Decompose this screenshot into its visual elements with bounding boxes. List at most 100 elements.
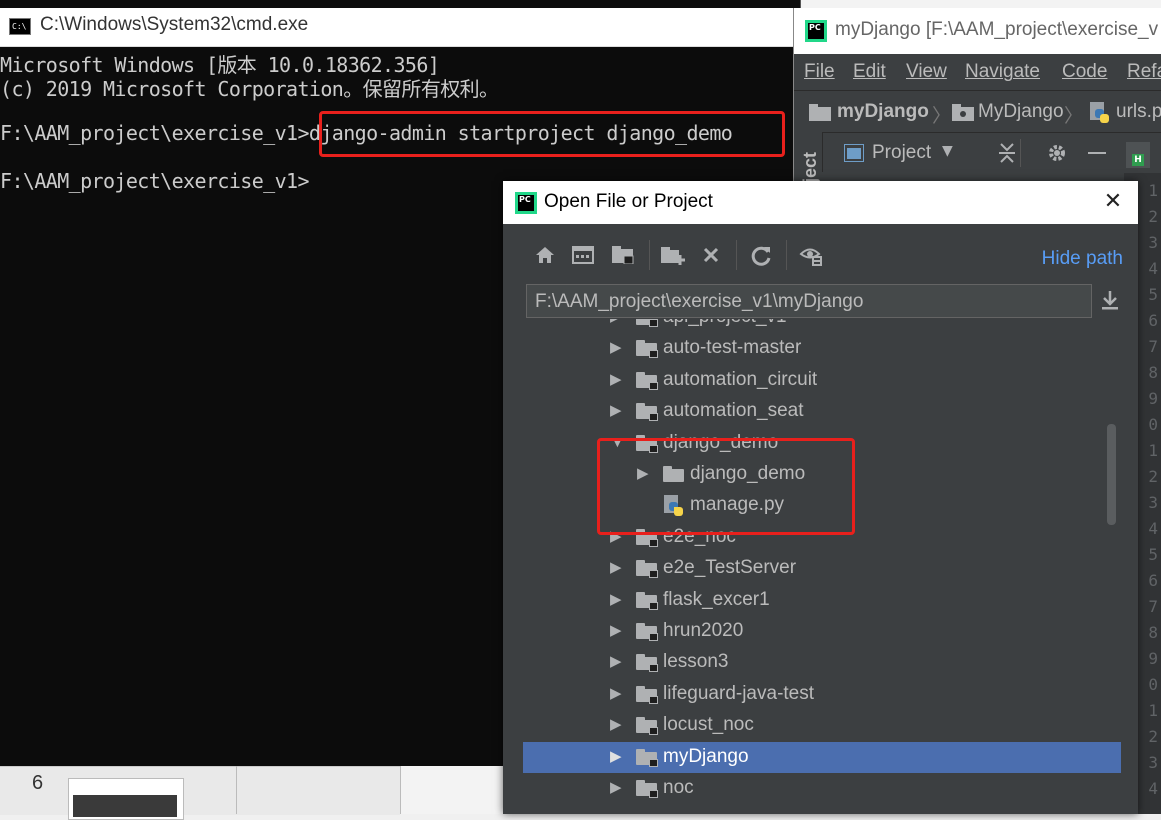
breadcrumb-separator: 〉 (932, 106, 952, 127)
minimize-icon[interactable] (1088, 152, 1106, 154)
tree-folder-item[interactable]: ▶ locust_noc (523, 710, 1121, 741)
pycharm-titlebar[interactable]: PC myDjango [F:\AAM_project\exercise_v (794, 8, 1161, 54)
tree-folder-item[interactable]: ▶ lifeguard-java-test (523, 679, 1121, 710)
toolbar-separator (786, 240, 787, 270)
page-number: 6 (32, 772, 44, 794)
cmd-titlebar[interactable]: C:\ C:\Windows\System32\cmd.exe (0, 8, 800, 47)
console-prompt: F:\AAM_project\exercise_v1> (0, 169, 310, 193)
collapsed-arrow-icon[interactable]: ▶ (610, 684, 624, 704)
toolbar-separator (736, 240, 737, 270)
folder-icon (636, 371, 658, 390)
collapsed-arrow-icon[interactable]: ▶ (610, 338, 624, 358)
tree-folder-item[interactable]: ▶ auto-test-master (523, 333, 1121, 364)
result-highlight-box (597, 438, 855, 535)
tree-folder-item[interactable]: ▶ flask_excer1 (523, 585, 1121, 616)
pycharm-logo-icon: PC (515, 192, 537, 214)
python-file-icon (1090, 102, 1109, 123)
breadcrumb-separator: 〉 (1064, 106, 1084, 127)
tree-folder-item[interactable]: ▶ noc (523, 773, 1121, 804)
show-hidden-icon[interactable] (798, 242, 824, 268)
menu-navigate[interactable]: Navigate (965, 61, 1040, 83)
tree-item-label: lifeguard-java-test (663, 682, 815, 704)
folder-icon (636, 623, 658, 641)
tree-folder-item[interactable]: ▶ myDjango (523, 741, 1121, 773)
folder-icon (809, 104, 831, 121)
folder-icon (636, 403, 658, 422)
tree-item-label: myDjango (663, 745, 749, 767)
path-input[interactable]: F:\AAM_project\exercise_v1\myDjango (526, 284, 1092, 318)
tree-item-label: locust_noc (663, 714, 754, 736)
navigation-breadcrumb: myDjango 〉 MyDjango 〉 urls.p (794, 90, 1161, 133)
home-icon[interactable] (532, 242, 558, 268)
menu-refactor[interactable]: Refa (1127, 61, 1161, 83)
breadcrumb-package[interactable]: MyDjango (978, 101, 1064, 123)
project-toolbar: Project ▼ H (794, 132, 1161, 173)
tree-folder-item[interactable]: ▶ api_project_v1 (523, 319, 1121, 333)
breadcrumb-file[interactable]: urls.p (1116, 101, 1161, 123)
folder-icon (636, 319, 658, 327)
breadcrumb-project[interactable]: myDjango (837, 101, 929, 123)
desktop-icon[interactable] (570, 242, 596, 268)
collapsed-arrow-icon[interactable]: ▶ (610, 370, 624, 390)
tree-folder-item[interactable]: ▶ lesson3 (523, 647, 1121, 678)
collapsed-arrow-icon[interactable]: ▶ (610, 319, 624, 327)
menu-edit[interactable]: Edit (853, 61, 886, 83)
refresh-icon[interactable] (748, 242, 774, 268)
tree-item-label: e2e_TestServer (663, 557, 797, 579)
dialog-title: Open File or Project (544, 191, 713, 212)
menu-code[interactable]: Code (1062, 61, 1107, 83)
pycharm-logo-icon: PC (805, 20, 827, 42)
cmd-title: C:\Windows\System32\cmd.exe (40, 14, 309, 35)
tree-scrollbar-thumb[interactable] (1107, 424, 1116, 525)
thumb-divider (400, 766, 401, 814)
dialog-titlebar[interactable]: PC Open File or Project ✕ (503, 181, 1138, 224)
menu-view[interactable]: View (906, 61, 947, 83)
toolbar-separator (1020, 139, 1021, 167)
hide-path-link[interactable]: Hide path (1042, 248, 1123, 270)
folder-icon (636, 717, 658, 736)
tree-folder-item[interactable]: ▶ automation_seat (523, 396, 1121, 427)
collapsed-arrow-icon[interactable]: ▶ (610, 747, 624, 767)
new-folder-icon[interactable] (660, 242, 686, 268)
file-tree[interactable]: ▶ api_project_v1 ▶ auto-test-master ▶ automat… (523, 319, 1121, 814)
menu-file[interactable]: File (804, 61, 835, 83)
tree-item-label: auto-test-master (663, 337, 802, 359)
toolbar-separator (649, 240, 650, 270)
gear-icon[interactable] (1047, 143, 1067, 163)
page-thumbnails-strip (0, 766, 400, 815)
tree-folder-item[interactable]: ▶ automation_circuit (523, 365, 1121, 396)
project-folder-icon[interactable] (610, 242, 636, 268)
collapsed-arrow-icon[interactable]: ▶ (610, 590, 624, 610)
chevron-down-icon[interactable]: ▼ (942, 143, 953, 159)
tree-item-label: automation_seat (663, 400, 804, 422)
folder-icon (636, 748, 658, 767)
project-dropdown[interactable]: Project (872, 142, 931, 164)
tree-item-label: lesson3 (663, 651, 729, 673)
tree-folder-item[interactable]: ▶ hrun2020 (523, 616, 1121, 647)
download-icon[interactable] (1099, 289, 1121, 313)
tree-item-label: automation_circuit (663, 368, 818, 390)
editor-tab-icon[interactable]: H (1126, 142, 1150, 168)
tree-item-label: flask_excer1 (663, 588, 770, 610)
delete-icon[interactable] (698, 242, 724, 268)
open-file-dialog[interactable]: PC Open File or Project ✕ Hide path F:\A… (503, 181, 1138, 814)
folder-icon (636, 685, 658, 704)
collapsed-arrow-icon[interactable]: ▶ (610, 401, 624, 421)
package-folder-icon (952, 104, 974, 121)
cmd-icon: C:\ (9, 18, 31, 35)
tree-folder-item[interactable]: ▶ e2e_TestServer (523, 553, 1121, 584)
project-view-icon (844, 144, 864, 162)
thumb-divider (236, 766, 237, 814)
collapse-all-icon[interactable] (997, 142, 1017, 164)
collapsed-arrow-icon[interactable]: ▶ (610, 652, 624, 672)
close-icon[interactable]: ✕ (1102, 191, 1124, 213)
command-highlight-box (319, 111, 785, 157)
menu-bar: File Edit View Navigate Code Refa (794, 54, 1161, 90)
collapsed-arrow-icon[interactable]: ▶ (610, 715, 624, 735)
tree-item-label: hrun2020 (663, 620, 744, 641)
collapsed-arrow-icon[interactable]: ▶ (610, 778, 624, 798)
folder-icon (636, 591, 658, 610)
collapsed-arrow-icon[interactable]: ▶ (610, 621, 624, 641)
collapsed-arrow-icon[interactable]: ▶ (610, 558, 624, 578)
pycharm-title: myDjango [F:\AAM_project\exercise_v (835, 19, 1159, 40)
